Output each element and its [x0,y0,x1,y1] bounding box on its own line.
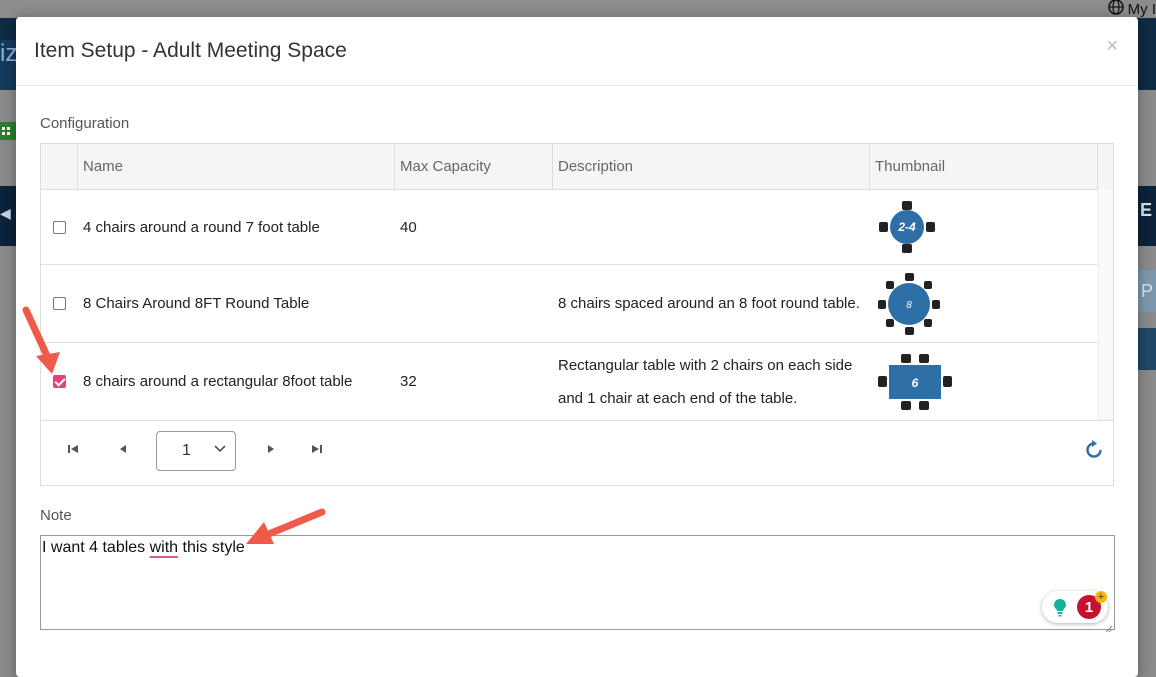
row-checkbox-cell [41,190,78,264]
lightbulb-icon[interactable] [1049,596,1071,618]
row-max-capacity [395,265,553,342]
row-max-capacity: 32 [400,373,417,390]
thumbnail-label: 8 [906,300,912,311]
note-text-flagged-word[interactable]: with [150,539,178,556]
rect-table-chairs-icon: 6 [878,353,952,410]
row-description: 8 chairs spaced around an 8 foot round t… [558,295,860,312]
refresh-icon[interactable] [1083,439,1105,466]
resize-handle-icon[interactable] [1105,620,1113,633]
round-table-4-chairs-icon: 2-4 [879,201,935,253]
row-checkbox[interactable] [53,220,66,234]
thumbnail-label: 2-4 [897,220,916,234]
background-button: P [1138,270,1156,312]
background-button-dark [1138,328,1156,370]
grid-scrollbar[interactable] [1098,189,1113,420]
background-logo-fragment: iz [0,40,17,90]
background-my-link: My I [1107,0,1156,18]
item-setup-modal: Item Setup - Adult Meeting Space × Confi… [16,17,1138,677]
note-textarea[interactable]: I want 4 tables with this style 1 + [40,535,1115,633]
table-row[interactable]: 8 Chairs Around 8FT Round Table 8 chairs… [41,265,1113,343]
last-page-icon[interactable] [311,443,323,458]
row-max-capacity: 40 [400,218,417,236]
row-description [553,190,870,264]
note-text-start: I want 4 tables [42,539,150,556]
background-right-letter: E [1140,200,1153,220]
row-thumbnail: 8 [870,265,1098,342]
chevron-down-icon [213,441,227,458]
header-description[interactable]: Description [553,144,870,189]
prev-page-icon[interactable] [117,443,129,458]
plus-icon: + [1095,591,1107,603]
header-name[interactable]: Name [78,144,395,189]
row-name: 8 Chairs Around 8FT Round Table [83,295,310,312]
chevron-left-icon: ◀ [0,205,11,221]
first-page-icon[interactable] [67,443,79,458]
page-select-value: 1 [182,442,191,459]
annotation-arrow-checkbox [22,306,60,374]
round-table-8-chairs-icon: 8 [878,272,940,335]
grid-header: Name Max Capacity Description Thumbnail [41,144,1113,190]
calendar-icon [0,118,16,146]
background-my-link-label: My I [1127,0,1156,18]
row-checkbox[interactable] [53,375,66,388]
header-thumbnail[interactable]: Thumbnail [870,144,1098,189]
annotation-arrow-note [246,508,326,544]
configuration-grid: Name Max Capacity Description Thumbnail … [40,143,1114,486]
next-page-icon[interactable] [265,443,277,458]
table-row[interactable]: 8 chairs around a rectangular 8foot tabl… [41,343,1113,421]
row-description: Rectangular table with 2 chairs on each … [558,356,853,407]
row-name: 8 chairs around a rectangular 8foot tabl… [83,373,353,390]
grid-pager: 1 [41,420,1113,485]
note-label: Note [40,507,72,524]
row-thumbnail: 6 [870,343,1098,420]
note-text-end: this style [178,539,245,556]
modal-title: Item Setup - Adult Meeting Space [34,39,347,62]
row-name: 4 chairs around a round 7 foot table [83,218,320,236]
header-select-column [41,144,78,189]
page-select[interactable]: 1 [156,431,236,471]
table-row[interactable]: 4 chairs around a round 7 foot table 40 … [41,190,1113,265]
background-topbar [0,0,1156,18]
configuration-label: Configuration [40,115,130,132]
note-text: I want 4 tables with this style [42,539,245,556]
modal-header: Item Setup - Adult Meeting Space × [16,17,1138,86]
row-thumbnail: 2-4 [870,190,1098,264]
thumbnail-label: 6 [912,376,919,390]
grammar-assistant-widget[interactable]: 1 + [1042,591,1108,623]
close-icon[interactable]: × [1106,35,1118,58]
header-max-capacity[interactable]: Max Capacity [395,144,553,189]
